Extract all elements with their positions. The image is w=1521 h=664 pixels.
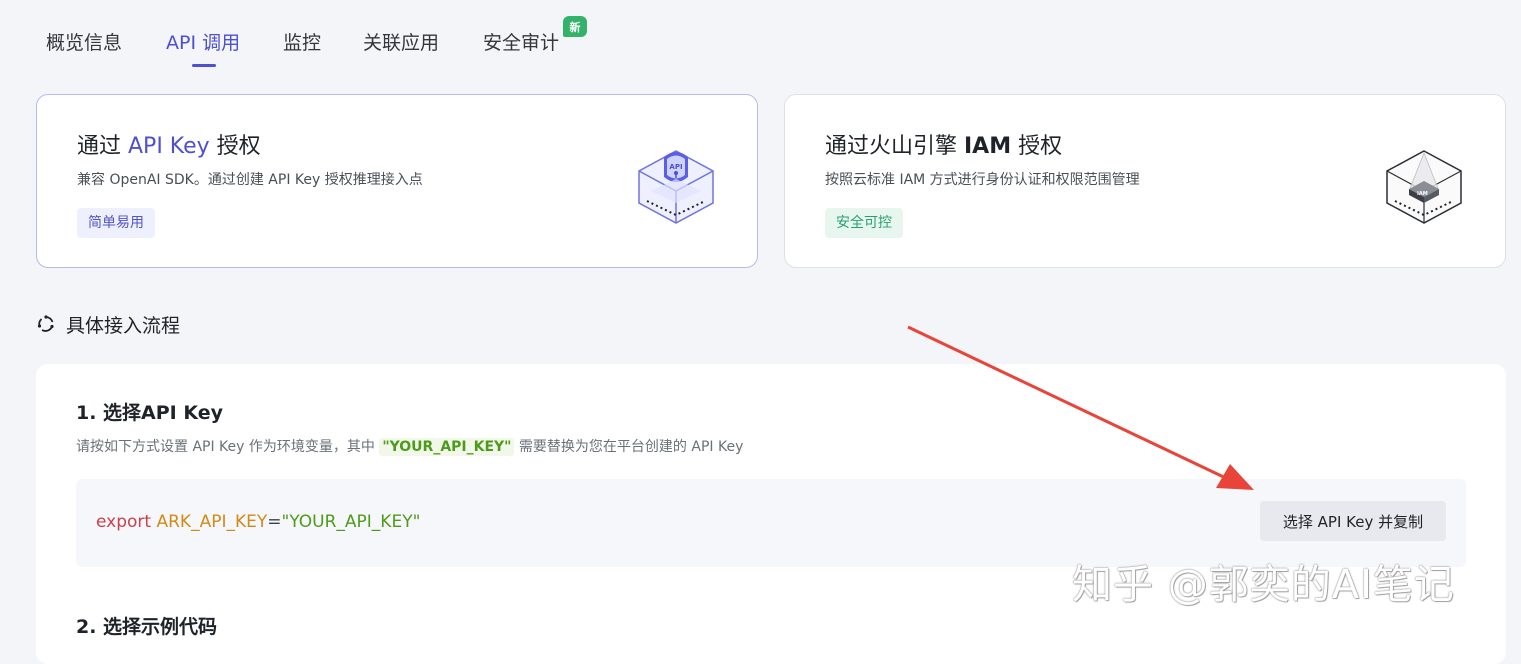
steps-panel: 1. 选择API Key 请按如下方式设置 API Key 作为环境变量，其中 … <box>36 364 1506 664</box>
step-1-description: 请按如下方式设置 API Key 作为环境变量，其中 "YOUR_API_KEY… <box>76 436 743 456</box>
export-command[interactable]: export ARK_API_KEY="YOUR_API_KEY" <box>96 512 420 532</box>
code-operator: = <box>267 512 282 532</box>
code-value: "YOUR_API_KEY" <box>281 512 421 532</box>
new-badge: 新 <box>563 16 587 37</box>
card-description: 兼容 OpenAI SDK。通过创建 API Key 授权推理接入点 <box>77 172 423 188</box>
select-api-key-copy-button[interactable]: 选择 API Key 并复制 <box>1260 501 1446 541</box>
api-key-cube-icon: API <box>638 150 714 224</box>
tab-api-call[interactable]: API 调用 <box>166 28 240 55</box>
card-title-highlight: IAM <box>964 134 1012 159</box>
auth-card-iam[interactable]: 通过火山引擎 IAM 授权 按照云标准 IAM 方式进行身份认证和权限范围管理 … <box>784 94 1506 268</box>
card-title-suffix: 授权 <box>209 134 261 159</box>
svg-text:API: API <box>669 163 682 171</box>
tab-monitoring[interactable]: 监控 <box>283 28 321 55</box>
tab-overview[interactable]: 概览信息 <box>46 28 122 55</box>
process-heading: 具体接入流程 <box>36 312 181 337</box>
card-tag: 简单易用 <box>77 208 155 238</box>
active-tab-indicator <box>192 64 216 67</box>
card-title-prefix: 通过 <box>77 134 128 159</box>
card-title-prefix: 通过火山引擎 <box>825 134 964 159</box>
api-key-placeholder: "YOUR_API_KEY" <box>379 438 515 456</box>
step-desc-text: 需要替换为您在平台创建的 API Key <box>514 439 744 455</box>
card-title-highlight: API Key <box>128 134 210 159</box>
card-description: 按照云标准 IAM 方式进行身份认证和权限范围管理 <box>825 172 1140 188</box>
tab-linked-apps[interactable]: 关联应用 <box>363 28 439 55</box>
code-keyword: export <box>96 512 152 532</box>
tab-security-audit[interactable]: 安全审计 <box>483 28 559 55</box>
auth-card-api-key[interactable]: 通过 API Key 授权 兼容 OpenAI SDK。通过创建 API Key… <box>36 94 758 268</box>
card-tag: 安全可控 <box>825 208 903 238</box>
svg-text:IAM: IAM <box>1417 191 1428 197</box>
step-1-title: 1. 选择API Key <box>76 402 224 424</box>
card-title: 通过火山引擎 IAM 授权 <box>825 128 1062 160</box>
card-title: 通过 API Key 授权 <box>77 128 261 160</box>
code-variable: ARK_API_KEY <box>156 512 268 532</box>
step-2-title: 2. 选择示例代码 <box>76 616 218 638</box>
card-title-suffix: 授权 <box>1011 134 1063 159</box>
flow-cycle-icon <box>37 315 54 332</box>
process-title: 具体接入流程 <box>66 314 181 337</box>
step-desc-text: 请按如下方式设置 API Key 作为环境变量，其中 <box>76 439 380 455</box>
watermark: 知乎 @郭奕的AI笔记 <box>1072 562 1455 608</box>
iam-cube-icon: IAM <box>1386 150 1462 224</box>
